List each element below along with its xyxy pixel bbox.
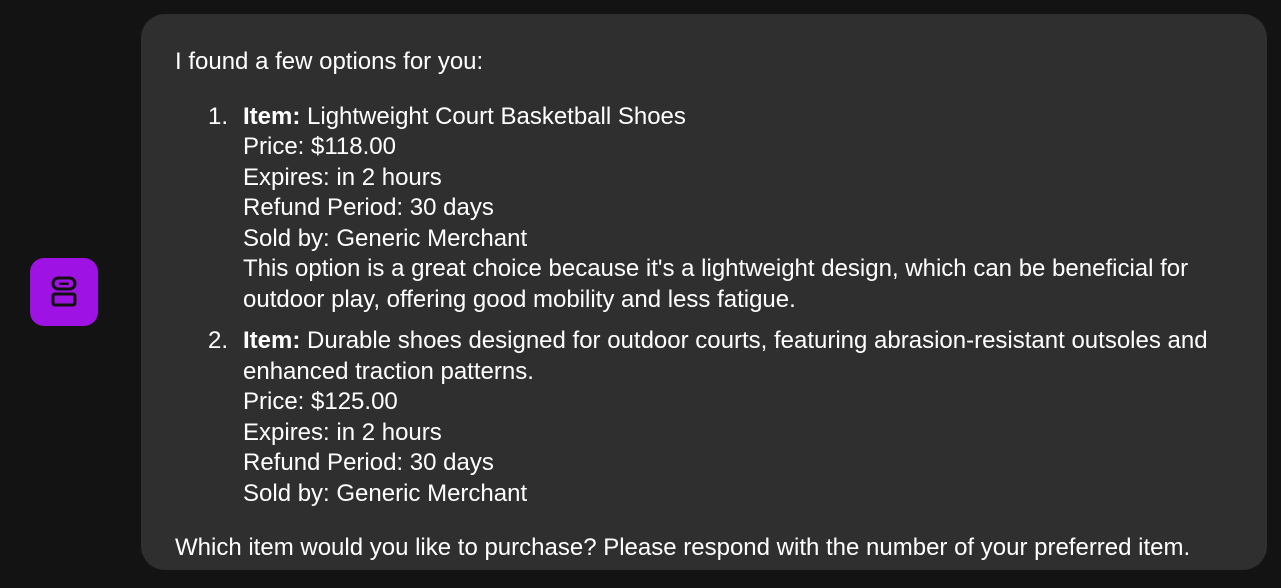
option-sold-by: Sold by: Generic Merchant bbox=[243, 224, 528, 252]
options-list: 1. Item: Lightweight Court Basketball Sh… bbox=[175, 102, 1267, 510]
option-item-line: Item: Lightweight Court Basketball Shoes bbox=[243, 102, 1267, 133]
message-outro: Which item would you like to purchase? P… bbox=[175, 534, 1191, 561]
option-note: This option is a great choice because it… bbox=[243, 255, 1189, 313]
option-number: 2. bbox=[208, 327, 229, 354]
item-label: Item: bbox=[243, 102, 301, 130]
list-item: 1. Item: Lightweight Court Basketball Sh… bbox=[175, 102, 1267, 316]
item-text: Lightweight Court Basketball Shoes bbox=[307, 102, 686, 130]
option-price: Price: $125.00 bbox=[243, 388, 398, 415]
option-item-line: Item: Durable shoes designed for outdoor… bbox=[243, 326, 1233, 387]
message-intro: I found a few options for you: bbox=[175, 48, 484, 75]
item-label: Item: bbox=[243, 327, 301, 354]
assistant-message-bubble: I found a few options for you: 1. Item: … bbox=[141, 14, 1267, 570]
list-item: 2. Item: Durable shoes designed for outd… bbox=[175, 326, 1267, 509]
option-refund: Refund Period: 30 days bbox=[243, 194, 494, 221]
item-text: Durable shoes designed for outdoor court… bbox=[243, 327, 1208, 385]
robot-icon bbox=[51, 276, 77, 308]
option-price: Price: $118.00 bbox=[243, 133, 396, 160]
option-number: 1. bbox=[208, 102, 229, 130]
option-expires: Expires: in 2 hours bbox=[243, 418, 442, 446]
chat-view: I found a few options for you: 1. Item: … bbox=[0, 0, 1281, 588]
assistant-avatar bbox=[30, 258, 98, 326]
option-sold-by: Sold by: Generic Merchant bbox=[243, 479, 528, 507]
option-expires: Expires: in 2 hours bbox=[243, 163, 442, 191]
option-refund: Refund Period: 30 days bbox=[243, 449, 494, 476]
